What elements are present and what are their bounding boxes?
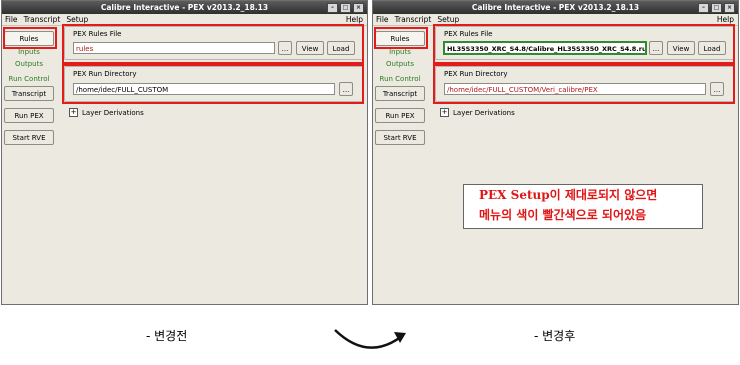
nav-outputs-button[interactable]: Outputs [4, 56, 54, 71]
close-icon[interactable]: × [724, 3, 735, 13]
window-controls: – □ × [327, 3, 364, 13]
browse-rules-button[interactable]: ... [278, 41, 292, 55]
menu-setup[interactable]: Setup [437, 14, 459, 25]
title-bar: Calibre Interactive - PEX v2013.2_18.13 … [2, 1, 367, 14]
menu-help[interactable]: Help [346, 14, 363, 25]
menu-file[interactable]: File [376, 14, 389, 25]
nav-run-control-button[interactable]: Run Control [4, 71, 54, 86]
nav-run-control-button[interactable]: Run Control [375, 71, 425, 86]
start-rve-button[interactable]: Start RVE [375, 130, 425, 145]
window-controls: – □ × [698, 3, 735, 13]
browse-directory-button[interactable]: ... [710, 82, 724, 96]
note-bold: PEX Setup [479, 188, 550, 202]
run-pex-button[interactable]: Run PEX [375, 108, 425, 123]
nav-inputs-button[interactable]: Inputs [375, 46, 425, 56]
menu-transcript[interactable]: Transcript [395, 14, 432, 25]
nav-inputs-button[interactable]: Inputs [4, 46, 54, 56]
warning-note: PEX Setup이 제대로되지 않으면 메뉴의 색이 빨간색으로 되어있음 [463, 184, 703, 229]
expand-icon[interactable]: + [69, 108, 78, 117]
maximize-icon[interactable]: □ [711, 3, 722, 13]
caption-after: - 변경후 [534, 329, 576, 343]
nav-rules-button[interactable]: Rules [4, 31, 54, 46]
group-title: PEX Rules File [73, 30, 122, 38]
run-directory-input[interactable]: /home/idec/FULL_CUSTOM [73, 83, 335, 95]
run-pex-button[interactable]: Run PEX [4, 108, 54, 123]
rules-file-input[interactable]: rules [73, 42, 275, 54]
start-rve-button[interactable]: Start RVE [4, 130, 54, 145]
main-panel: PEX Rules File rules ... View Load PEX R… [64, 26, 364, 117]
nav-rules-button[interactable]: Rules [375, 31, 425, 46]
view-button[interactable]: View [667, 41, 695, 55]
view-button[interactable]: View [296, 41, 324, 55]
expand-icon[interactable]: + [440, 108, 449, 117]
group-title: PEX Run Directory [73, 70, 137, 78]
nav-transcript-button[interactable]: Transcript [375, 86, 425, 101]
layer-derivations-label: Layer Derivations [453, 108, 515, 117]
load-button[interactable]: Load [327, 41, 355, 55]
nav-outputs-button[interactable]: Outputs [375, 56, 425, 71]
curved-arrow-icon [334, 329, 406, 349]
main-panel: PEX Rules File HL35S3350_XRC_S4.8/Calibr… [435, 26, 735, 117]
rules-file-group: PEX Rules File rules ... View Load [64, 26, 364, 60]
load-button[interactable]: Load [698, 41, 726, 55]
group-title: PEX Rules File [444, 30, 493, 38]
window-title: Calibre Interactive - PEX v2013.2_18.13 [100, 3, 269, 12]
menu-file[interactable]: File [5, 14, 18, 25]
menu-help[interactable]: Help [717, 14, 734, 25]
layer-derivations[interactable]: + Layer Derivations [69, 108, 144, 117]
sidebar: Rules Inputs Outputs Run Control Transcr… [375, 28, 431, 145]
rules-file-input[interactable]: HL35S3350_XRC_S4.8/Calibre_HL35S3350_XRC… [443, 41, 647, 55]
menu-bar: File Transcript Setup Help [373, 14, 738, 26]
menu-transcript[interactable]: Transcript [24, 14, 61, 25]
note-line-1-text: 이 제대로되지 않으면 [549, 188, 658, 202]
group-title: PEX Run Directory [444, 70, 508, 78]
minimize-icon[interactable]: – [327, 3, 338, 13]
run-directory-group: PEX Run Directory /home/idec/FULL_CUSTOM… [435, 66, 735, 102]
browse-rules-button[interactable]: ... [649, 41, 663, 55]
title-bar: Calibre Interactive - PEX v2013.2_18.13 … [373, 1, 738, 14]
note-line-1: PEX Setup이 제대로되지 않으면 [479, 185, 702, 205]
run-directory-input[interactable]: /home/idec/FULL_CUSTOM/Veri_calibre/PEX [444, 83, 706, 95]
rules-file-group: PEX Rules File HL35S3350_XRC_S4.8/Calibr… [435, 26, 735, 60]
note-line-2: 메뉴의 색이 빨간색으로 되어있음 [479, 208, 647, 222]
window-after: Calibre Interactive - PEX v2013.2_18.13 … [372, 0, 739, 305]
run-directory-group: PEX Run Directory /home/idec/FULL_CUSTOM… [64, 66, 364, 102]
nav-transcript-button[interactable]: Transcript [4, 86, 54, 101]
layer-derivations[interactable]: + Layer Derivations [440, 108, 515, 117]
caption-before: - 변경전 [146, 329, 188, 343]
window-title: Calibre Interactive - PEX v2013.2_18.13 [471, 3, 640, 12]
browse-directory-button[interactable]: ... [339, 82, 353, 96]
maximize-icon[interactable]: □ [340, 3, 351, 13]
sidebar: Rules Inputs Outputs Run Control Transcr… [4, 28, 60, 145]
minimize-icon[interactable]: – [698, 3, 709, 13]
menu-bar: File Transcript Setup Help [2, 14, 367, 26]
menu-setup[interactable]: Setup [66, 14, 88, 25]
layer-derivations-label: Layer Derivations [82, 108, 144, 117]
window-before: Calibre Interactive - PEX v2013.2_18.13 … [1, 0, 368, 305]
close-icon[interactable]: × [353, 3, 364, 13]
